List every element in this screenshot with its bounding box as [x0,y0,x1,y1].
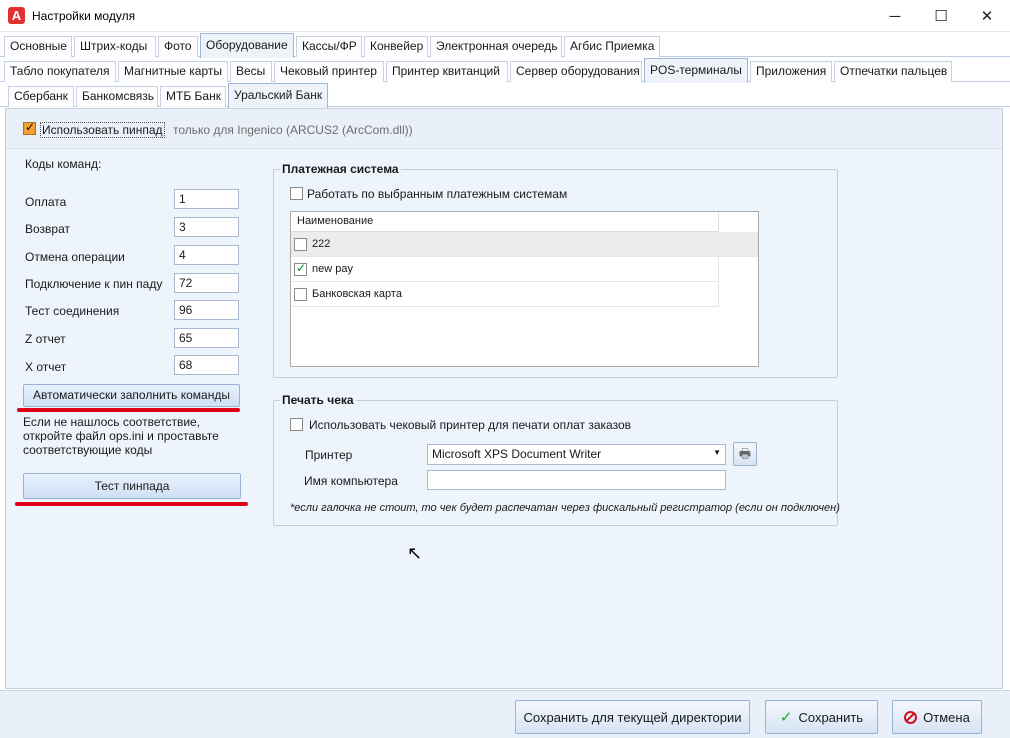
use-selected-systems-checkbox[interactable] [290,187,303,200]
autofill-hint: Если не нашлось соответствие, откройте ф… [23,415,219,457]
use-printer-checkbox[interactable] [290,418,303,431]
payment-system-title: Платежная система [280,162,401,176]
maximize-icon: ☐ [934,8,948,25]
cancel-icon [904,710,918,724]
tab-fingerprints[interactable]: Отпечатки пальцев [834,61,952,82]
tab-uralsky-bank[interactable]: Уральский Банк [228,83,328,108]
tab-ticket-printer[interactable]: Принтер квитанций [386,61,508,82]
receipt-print-title: Печать чека [280,393,356,407]
printer-icon: 🖶 [738,446,752,461]
printer-label: Принтер [305,448,353,462]
command-input-refund[interactable]: 3 [174,217,239,237]
test-pinpad-button[interactable]: Тест пинпада [23,473,241,499]
receipt-footnote: *если галочка не стоит, то чек будет рас… [290,502,840,514]
app-logo-icon: A [8,7,25,24]
tab-magnetic-cards[interactable]: Магнитные карты [118,61,228,82]
use-pinpad-label[interactable]: Использовать пинпад [40,122,165,138]
tab-electronic-queue[interactable]: Электронная очередь [430,36,562,57]
autofill-commands-button[interactable]: Автоматически заполнить команды [23,384,240,407]
save-label: Сохранить [798,709,864,725]
row-checkbox[interactable] [294,288,307,301]
pinpad-strip: Использовать пинпад только для Ingenico … [6,109,1002,149]
tab-pos-terminals[interactable]: POS-терминалы [644,58,748,83]
payment-system-group: Платежная система Работать по выбранным … [273,162,838,378]
close-button[interactable]: ✕ [964,0,1010,32]
command-label-z-report: Z отчет [25,332,66,346]
table-header-name: Наименование [291,212,719,232]
payment-systems-table: Наименование 222 new pay Банковская карт… [290,211,759,367]
row-name: 222 [312,238,331,250]
dialog-footer: Сохранить для текущей директории ✓ Сохра… [0,690,1010,738]
row-name: new pay [312,263,353,275]
command-input-z-report[interactable]: 65 [174,328,239,348]
receipt-print-group: Печать чека Использовать чековый принтер… [273,393,840,526]
tab-agbis-receiving[interactable]: Агбис Приемка [564,36,660,57]
highlight-underline-autofill [17,408,240,412]
tab-sberbank[interactable]: Сбербанк [8,86,74,107]
checkmark-icon: ✓ [779,709,793,726]
tab-equipment[interactable]: Оборудование [200,33,294,58]
command-input-connect[interactable]: 72 [174,273,239,293]
minimize-icon: ─ [889,7,901,25]
maximize-button[interactable]: ☐ [918,0,964,32]
tab-applications[interactable]: Приложения [750,61,832,82]
chevron-down-icon: ▼ [713,448,721,457]
tab-barcodes[interactable]: Штрих-коды [74,36,156,57]
title-bar: A Настройки модуля ─ ☐ ✕ [0,0,1010,32]
tab-receipt-printer[interactable]: Чековый принтер [274,61,384,82]
use-printer-label: Использовать чековый принтер для печати … [309,418,631,432]
minimize-button[interactable]: ─ [872,0,918,32]
command-label-payment: Оплата [25,195,67,209]
window-title: Настройки модуля [32,9,136,23]
command-label-refund: Возврат [25,222,70,236]
printer-select-value: Microsoft XPS Document Writer [432,447,602,461]
tab-scales[interactable]: Весы [230,61,272,82]
table-row[interactable]: Банковская карта [291,282,719,307]
tabs-banks: Сбербанк Банкомсвязь МТБ Банк Уральский … [0,83,1010,108]
tab-photo[interactable]: Фото [158,36,198,57]
cancel-label: Отмена [923,709,970,725]
computer-name-input[interactable] [427,470,726,490]
save-button[interactable]: ✓ Сохранить [765,700,878,734]
tab-cash-registers[interactable]: Кассы/ФР [296,36,362,57]
close-icon: ✕ [980,8,994,25]
tab-equipment-server[interactable]: Сервер оборудования [510,61,642,82]
bank-settings-panel: Использовать пинпад только для Ingenico … [5,108,1003,689]
save-for-directory-label: Сохранить для текущей директории [523,709,742,725]
table-row[interactable]: 222 [291,232,758,257]
command-label-cancel: Отмена операции [25,250,125,264]
row-checkbox[interactable] [294,261,307,276]
tab-basic[interactable]: Основные [4,36,72,57]
row-checkbox[interactable] [294,238,307,251]
tab-mtb-bank[interactable]: МТБ Банк [160,86,226,107]
tab-bankomsvyaz[interactable]: Банкомсвязь [76,86,158,107]
command-input-x-report[interactable]: 68 [174,355,239,375]
tab-customer-display[interactable]: Табло покупателя [4,61,116,82]
command-label-connect: Подключение к пин паду [25,277,163,291]
row-name: Банковская карта [312,288,402,300]
command-input-cancel[interactable]: 4 [174,245,239,265]
command-input-test-connection[interactable]: 96 [174,300,239,320]
mouse-cursor-icon: ↖ [407,543,423,563]
commands-heading: Коды команд: [25,157,102,171]
computer-name-label: Имя компьютера [304,474,398,488]
table-row[interactable]: new pay [291,257,719,282]
tabs-main: Основные Штрих-коды Фото Оборудование Ка… [0,33,1010,58]
use-selected-systems-label: Работать по выбранным платежным системам [307,187,568,201]
tabs-equipment: Табло покупателя Магнитные карты Весы Че… [0,58,1010,83]
highlight-underline-test [15,502,248,506]
cancel-button[interactable]: Отмена [892,700,982,734]
tab-conveyor[interactable]: Конвейер [364,36,428,57]
command-label-x-report: X отчет [25,360,67,374]
use-pinpad-checkbox[interactable] [23,120,36,135]
command-input-payment[interactable]: 1 [174,189,239,209]
printer-settings-button[interactable]: 🖶 [733,442,757,466]
save-for-directory-button[interactable]: Сохранить для текущей директории [515,700,750,734]
printer-select[interactable]: Microsoft XPS Document Writer ▼ [427,444,726,465]
command-label-test-connection: Тест соединения [25,304,120,318]
pinpad-note: только для Ingenico (ARCUS2 (ArcCom.dll)… [173,123,413,137]
